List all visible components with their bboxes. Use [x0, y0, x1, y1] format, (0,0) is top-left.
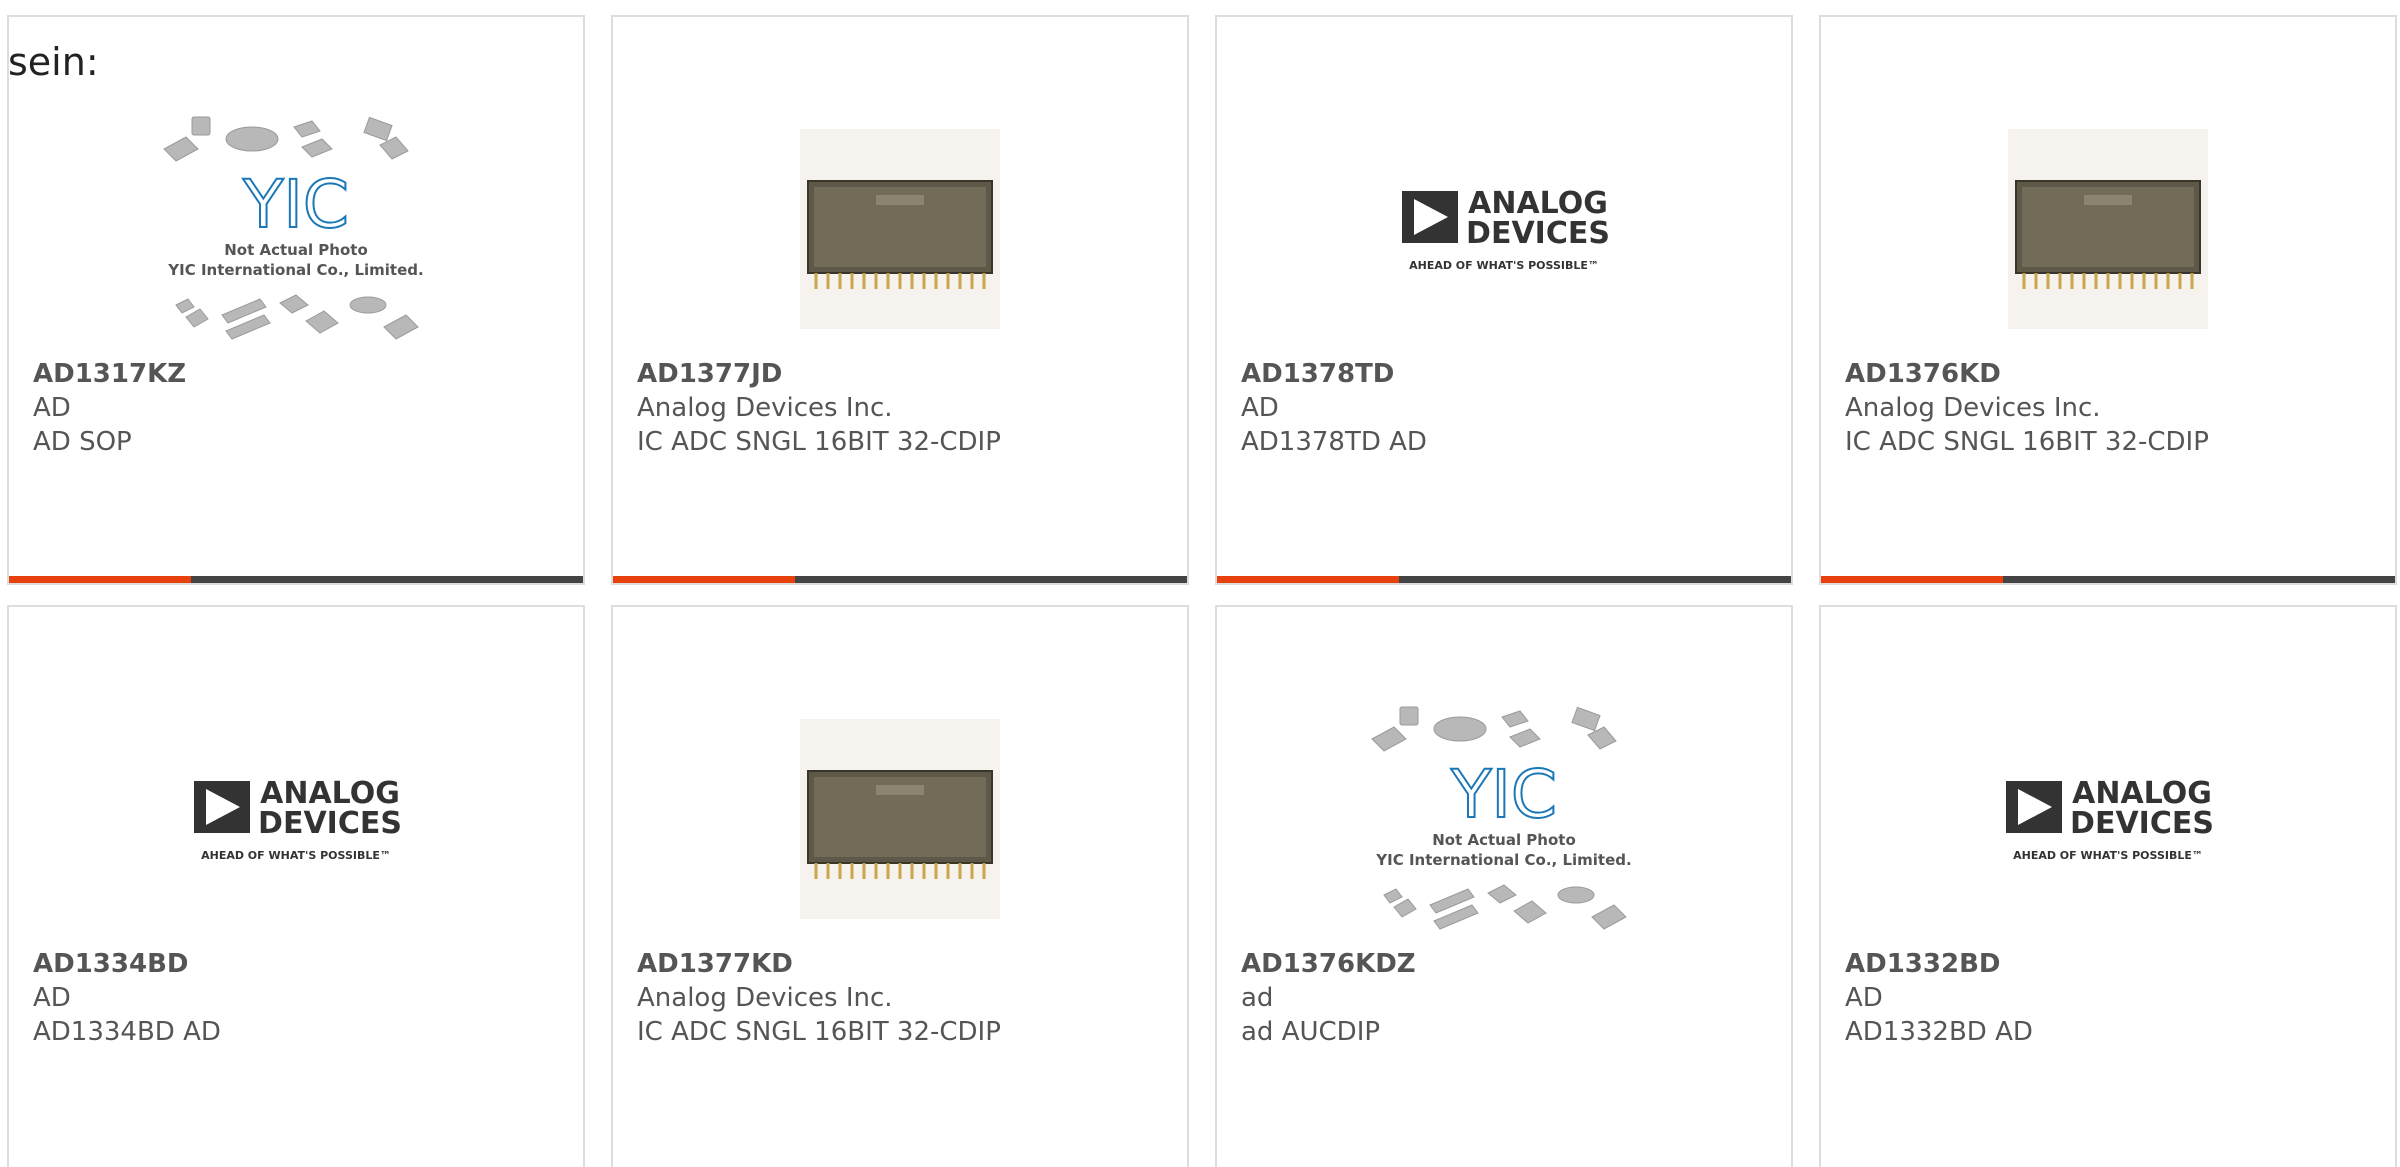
product-image[interactable]: YIC Not Actual Photo YIC International C…	[9, 97, 583, 361]
part-number-link[interactable]: AD1376KDZ	[1241, 947, 1781, 981]
product-card[interactable]: ANALOG DEVICES AHEAD OF WHAT'S POSSIBLE™…	[1819, 605, 2397, 1167]
product-card[interactable]: AD1377KD Analog Devices Inc. IC ADC SNGL…	[611, 605, 1189, 1167]
product-image[interactable]: ANALOG DEVICES AHEAD OF WHAT'S POSSIBLE™	[1217, 97, 1791, 361]
card-bar-accent	[1217, 576, 1399, 583]
product-image[interactable]: ANALOG DEVICES AHEAD OF WHAT'S POSSIBLE™	[1821, 687, 2395, 951]
product-image[interactable]	[613, 687, 1187, 951]
manufacturer: AD	[33, 393, 71, 423]
product-card[interactable]: ANALOG DEVICES AHEAD OF WHAT'S POSSIBLE™…	[1215, 15, 1793, 585]
manufacturer: Analog Devices Inc.	[637, 983, 893, 1013]
analog-devices-logo-icon: ANALOG DEVICES AHEAD OF WHAT'S POSSIBLE™	[194, 776, 402, 862]
svg-text:AHEAD OF WHAT'S POSSIBLE™: AHEAD OF WHAT'S POSSIBLE™	[201, 849, 391, 862]
product-image[interactable]	[1821, 97, 2395, 361]
product-card[interactable]: YIC Not Actual Photo YIC International C…	[1215, 605, 1793, 1167]
svg-text:Not Actual Photo: Not Actual Photo	[224, 241, 368, 259]
manufacturer: Analog Devices Inc.	[637, 393, 893, 423]
part-number-link[interactable]: AD1317KZ	[33, 357, 573, 391]
yic-logo-icon: YIC	[1450, 756, 1557, 833]
part-number-link[interactable]: AD1332BD	[1845, 947, 2385, 981]
svg-text:AHEAD OF WHAT'S POSSIBLE™: AHEAD OF WHAT'S POSSIBLE™	[1409, 259, 1599, 272]
svg-text:DEVICES: DEVICES	[258, 806, 402, 841]
product-info: AD1376KDZ ad ad AUCDIP	[1241, 947, 1781, 1049]
chip-photo-icon	[800, 129, 1000, 329]
analog-devices-logo-icon: ANALOG DEVICES AHEAD OF WHAT'S POSSIBLE™	[1402, 186, 1610, 272]
description: AD1378TD AD	[1241, 427, 1427, 457]
card-bar-accent	[1821, 576, 2003, 583]
card-bar	[1217, 576, 1791, 583]
product-info: AD1377KD Analog Devices Inc. IC ADC SNGL…	[637, 947, 1177, 1049]
product-info: AD1377JD Analog Devices Inc. IC ADC SNGL…	[637, 357, 1177, 459]
svg-text:DEVICES: DEVICES	[1466, 216, 1610, 251]
part-number-link[interactable]: AD1377JD	[637, 357, 1177, 391]
manufacturer: ad	[1241, 983, 1274, 1013]
description: AD1332BD AD	[1845, 1017, 2033, 1047]
manufacturer: Analog Devices Inc.	[1845, 393, 2101, 423]
product-image[interactable]	[613, 97, 1187, 361]
svg-text:AHEAD OF WHAT'S POSSIBLE™: AHEAD OF WHAT'S POSSIBLE™	[2013, 849, 2203, 862]
manufacturer: AD	[33, 983, 71, 1013]
product-card[interactable]: AD1377JD Analog Devices Inc. IC ADC SNGL…	[611, 15, 1189, 585]
product-card[interactable]: YIC Not Actual Photo YIC International C…	[7, 15, 585, 585]
svg-text:YIC International Co., Limited: YIC International Co., Limited.	[1375, 851, 1631, 869]
part-number-link[interactable]: AD1378TD	[1241, 357, 1781, 391]
manufacturer: AD	[1241, 393, 1279, 423]
product-image[interactable]: ANALOG DEVICES AHEAD OF WHAT'S POSSIBLE™	[9, 687, 583, 951]
product-info: AD1332BD AD AD1332BD AD	[1845, 947, 2385, 1049]
yic-logo-icon: YIC	[242, 166, 349, 243]
description: IC ADC SNGL 16BIT 32-CDIP	[637, 427, 1001, 457]
product-info: AD1376KD Analog Devices Inc. IC ADC SNGL…	[1845, 357, 2385, 459]
chip-photo-icon	[2008, 129, 2208, 329]
card-bar	[1821, 576, 2395, 583]
manufacturer: AD	[1845, 983, 1883, 1013]
card-bar	[9, 576, 583, 583]
lead-text: sein:	[8, 40, 99, 84]
svg-text:Not Actual Photo: Not Actual Photo	[1432, 831, 1576, 849]
description: IC ADC SNGL 16BIT 32-CDIP	[1845, 427, 2209, 457]
product-image[interactable]: YIC Not Actual Photo YIC International C…	[1217, 687, 1791, 951]
card-bar-accent	[9, 576, 191, 583]
part-number-link[interactable]: AD1377KD	[637, 947, 1177, 981]
svg-text:DEVICES: DEVICES	[2070, 806, 2214, 841]
description: AD SOP	[33, 427, 132, 457]
product-card[interactable]: ANALOG DEVICES AHEAD OF WHAT'S POSSIBLE™…	[7, 605, 585, 1167]
product-info: AD1317KZ AD AD SOP	[33, 357, 573, 459]
description: ad AUCDIP	[1241, 1017, 1381, 1047]
part-number-link[interactable]: AD1334BD	[33, 947, 573, 981]
placeholder-photo-icon: YIC Not Actual Photo YIC International C…	[1371, 706, 1632, 930]
product-info: AD1378TD AD AD1378TD AD	[1241, 357, 1781, 459]
placeholder-photo-icon: YIC Not Actual Photo YIC International C…	[163, 116, 424, 340]
svg-text:YIC International Co., Limited: YIC International Co., Limited.	[167, 261, 423, 279]
product-info: AD1334BD AD AD1334BD AD	[33, 947, 573, 1049]
card-bar-accent	[613, 576, 795, 583]
chip-photo-icon	[800, 719, 1000, 919]
product-card[interactable]: AD1376KD Analog Devices Inc. IC ADC SNGL…	[1819, 15, 2397, 585]
description: IC ADC SNGL 16BIT 32-CDIP	[637, 1017, 1001, 1047]
card-bar	[613, 576, 1187, 583]
analog-devices-logo-icon: ANALOG DEVICES AHEAD OF WHAT'S POSSIBLE™	[2006, 776, 2214, 862]
part-number-link[interactable]: AD1376KD	[1845, 357, 2385, 391]
description: AD1334BD AD	[33, 1017, 221, 1047]
